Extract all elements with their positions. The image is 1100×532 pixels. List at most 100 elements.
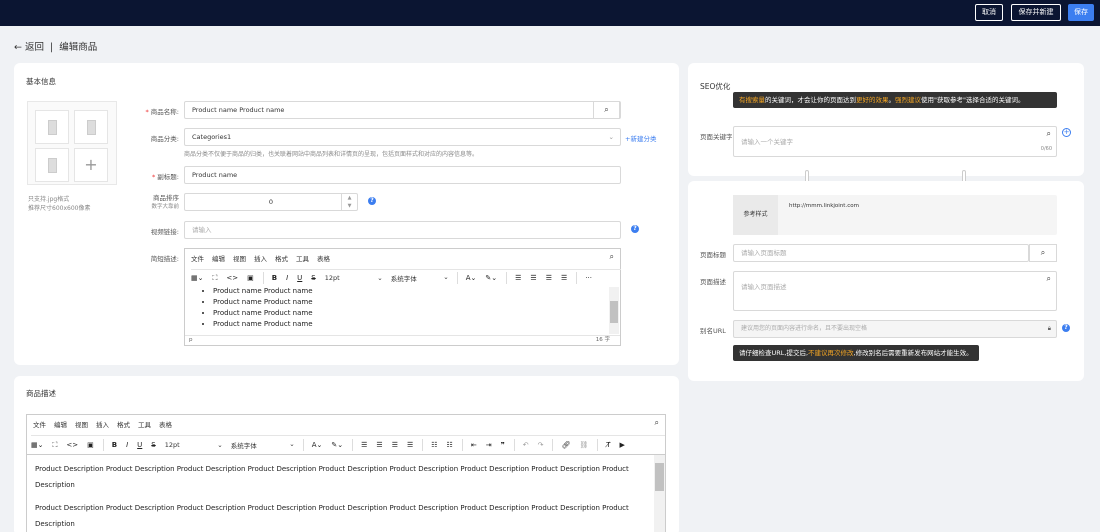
menu-view[interactable]: 视图 [233,253,246,263]
page-title-input[interactable]: 请输入页面标题 [733,244,1029,262]
cancel-button[interactable]: 取消 [975,4,1003,21]
toolbar-divider [262,272,264,284]
subtitle-label-text: 副标题: [157,173,179,181]
menu-table[interactable]: 表格 [159,419,172,429]
table-icon[interactable]: ▦⌄ [31,441,43,449]
font-color-icon[interactable]: A⌄ [312,441,323,449]
font-color-icon[interactable]: A⌄ [466,274,477,282]
page-desc-input[interactable]: 请输入页面描述 ⌕ [733,271,1057,311]
brief-bullet-list[interactable]: Product name Product name Product name P… [213,286,313,330]
search-icon[interactable]: ⌕ [1047,264,1051,294]
scrollbar[interactable] [609,287,619,334]
font-family-select[interactable]: 系统字体 ⌄ [391,273,449,283]
product-image-3[interactable] [35,148,69,182]
list-item: Product name Product name [213,308,313,319]
clear-format-icon[interactable]: T̸ [606,441,610,449]
help-icon[interactable]: ? [1062,324,1070,332]
italic-icon[interactable]: I [286,274,288,282]
image-icon[interactable]: ▣ [87,441,94,449]
product-name-input[interactable]: Product name Product name [184,101,621,119]
blockquote-icon[interactable]: ❞ [501,441,505,449]
table-icon[interactable]: ▦⌄ [191,274,203,282]
indent-icon[interactable]: ⇥ [486,441,492,449]
font-family-select[interactable]: 系统字体 ⌄ [231,440,295,450]
menu-table[interactable]: 表格 [317,253,330,263]
align-left-icon[interactable]: ☰ [515,274,521,282]
align-center-icon[interactable]: ☰ [530,274,536,282]
back-arrow-icon[interactable]: ← [14,42,22,53]
menu-tools[interactable]: 工具 [138,419,151,429]
unlink-icon[interactable]: ⛓ [579,441,588,449]
image-icon[interactable]: ▣ [247,274,254,282]
fullscreen-icon[interactable]: ⛶ [52,441,57,450]
underline-icon[interactable]: U [297,274,302,282]
page-title-search-button[interactable]: ⌕ [1029,244,1057,262]
scrollbar-thumb[interactable] [610,301,618,323]
help-icon[interactable]: ? [631,225,639,233]
font-size-select[interactable]: 12pt ⌄ [165,441,223,449]
redo-icon[interactable]: ↷ [538,441,544,449]
italic-icon[interactable]: I [126,441,128,449]
product-image-1[interactable] [35,110,69,144]
product-image-2[interactable] [74,110,108,144]
media-icon[interactable]: ▶ [620,441,625,449]
highlight-icon[interactable]: ✎⌄ [485,274,497,282]
align-center-icon[interactable]: ☰ [376,441,382,449]
menu-file[interactable]: 文件 [33,419,46,429]
help-icon[interactable]: ? [368,197,376,205]
alias-url-input[interactable]: 建议用您的页面内容进行命名，且不要出现空格 🔒︎ [733,320,1057,338]
strikethrough-icon[interactable]: S [311,274,315,282]
align-justify-icon[interactable]: ☰ [561,274,567,282]
scrollbar-thumb[interactable] [655,463,664,491]
save-and-new-button[interactable]: 保存并新建 [1011,4,1061,21]
undo-icon[interactable]: ↶ [523,441,529,449]
link-icon[interactable]: 🔗︎ [561,441,570,449]
strikethrough-icon[interactable]: S [151,441,155,449]
outdent-icon[interactable]: ⇤ [471,441,477,449]
menu-tools[interactable]: 工具 [296,253,309,263]
menu-file[interactable]: 文件 [191,253,204,263]
align-justify-icon[interactable]: ☰ [407,441,413,449]
menu-format[interactable]: 格式 [275,253,288,263]
search-icon[interactable]: ⌕ [610,252,614,262]
menu-insert[interactable]: 插入 [254,253,267,263]
back-link[interactable]: 返回 [25,39,44,53]
underline-icon[interactable]: U [137,441,142,449]
numbered-list-icon[interactable]: ☷ [447,441,453,449]
add-image-button[interactable]: + [74,148,108,182]
fullscreen-icon[interactable]: ⛶ [212,274,217,283]
menu-view[interactable]: 视图 [75,419,88,429]
align-right-icon[interactable]: ☰ [392,441,398,449]
menu-insert[interactable]: 插入 [96,419,109,429]
bold-icon[interactable]: B [272,274,277,282]
keyword-input[interactable]: 请输入一个关键字 ⌕ 0/60 [733,126,1057,157]
scrollbar[interactable] [654,455,665,532]
font-size-select[interactable]: 12pt ⌄ [325,274,383,282]
keyword-placeholder: 请输入一个关键字 [741,138,793,146]
add-keyword-icon[interactable]: + [1062,128,1071,137]
bold-icon[interactable]: B [112,441,117,449]
description-content[interactable]: Product Description Product Description … [35,461,635,532]
new-category-link[interactable]: +新建分类 [625,133,656,143]
brief-desc-label: 简短描述: [150,255,179,263]
video-link-input[interactable]: 请输入 [184,221,621,239]
more-icon[interactable]: ··· [585,274,592,282]
search-icon[interactable]: ⌕ [655,418,659,428]
code-icon[interactable]: <> [226,274,238,282]
category-select[interactable]: Categories1 ⌄ [184,128,621,146]
menu-edit[interactable]: 编辑 [212,253,225,263]
stepper-arrows-icon[interactable]: ▲ ▼ [341,194,357,210]
sort-number-input[interactable]: 0 ▲ ▼ [184,193,358,211]
toolbar-divider [597,439,599,451]
product-name-search-button[interactable]: ⌕ [593,101,620,119]
menu-edit[interactable]: 编辑 [54,419,67,429]
subtitle-input[interactable]: Product name [184,166,621,184]
toolbar-divider [576,272,578,284]
align-left-icon[interactable]: ☰ [361,441,367,449]
align-right-icon[interactable]: ☰ [546,274,552,282]
code-icon[interactable]: <> [66,441,78,449]
bullet-list-icon[interactable]: ☷ [431,441,437,449]
save-button[interactable]: 保存 [1068,4,1094,21]
menu-format[interactable]: 格式 [117,419,130,429]
highlight-icon[interactable]: ✎⌄ [331,441,343,449]
